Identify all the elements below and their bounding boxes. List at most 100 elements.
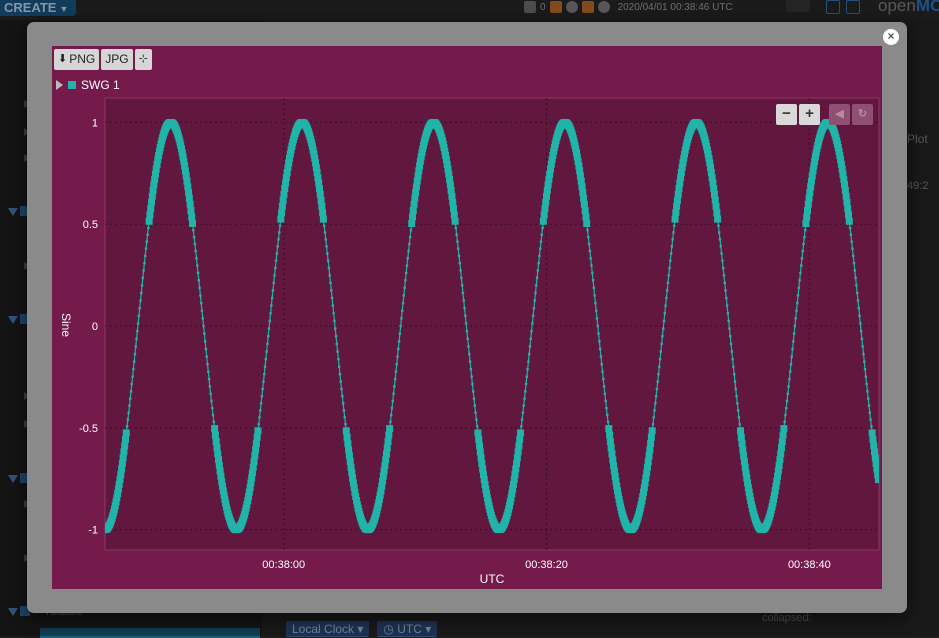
series-point [803, 235, 806, 239]
series-point [802, 220, 810, 227]
series-point [278, 202, 286, 210]
series-point [870, 425, 873, 428]
reset-icon[interactable]: ↻ [852, 104, 873, 125]
series-point [332, 312, 335, 315]
zoom-in-button[interactable]: + [799, 104, 820, 125]
series-point [803, 229, 807, 232]
series-point [596, 324, 599, 328]
series-point [792, 332, 796, 335]
series-point [803, 213, 811, 221]
series-point [456, 240, 459, 243]
series-point [330, 296, 334, 300]
series-point [853, 269, 857, 272]
series-point [252, 440, 260, 448]
series-point [335, 342, 339, 346]
back-icon[interactable]: ◀ [829, 104, 850, 125]
series-point [798, 279, 801, 282]
series-point [582, 213, 590, 221]
series-point [270, 296, 274, 300]
series-point [718, 238, 722, 241]
series-point [264, 357, 268, 361]
series-point [520, 425, 523, 428]
series-point [258, 416, 261, 419]
series-point [601, 370, 604, 373]
series-point [341, 395, 344, 398]
zoom-out-button[interactable]: − [776, 104, 797, 125]
series-point [340, 387, 343, 391]
series-point [329, 281, 332, 285]
series-point [259, 409, 262, 412]
series-point [268, 319, 271, 323]
series-point [734, 387, 737, 391]
series-point [728, 327, 731, 330]
series-point [605, 425, 613, 433]
series-point [534, 291, 537, 295]
series-point [196, 271, 200, 275]
series-point [867, 397, 870, 400]
series-point [673, 202, 681, 210]
series-point [665, 289, 669, 292]
series-point [529, 337, 532, 341]
series-point [207, 370, 210, 373]
series-point [848, 226, 852, 230]
series-point [778, 438, 786, 446]
series-point [592, 286, 596, 290]
series-point [322, 224, 326, 227]
series-point [662, 319, 666, 323]
y-tick-label: 1 [92, 117, 98, 129]
series-point [145, 240, 148, 243]
series-point [654, 395, 658, 398]
series-point [278, 231, 281, 234]
series-point [185, 194, 193, 202]
series-point [718, 231, 721, 234]
series-point [852, 261, 856, 265]
series-point [524, 382, 528, 386]
series-point [213, 444, 221, 452]
series-point [147, 204, 155, 212]
series-point [122, 435, 129, 443]
series-point [209, 392, 212, 395]
series-point [785, 406, 788, 410]
series-point [397, 340, 401, 343]
series-point [454, 226, 458, 230]
series-point [279, 196, 287, 204]
series-point [870, 442, 878, 450]
x-axis-label: UTC [480, 572, 505, 586]
series-point [539, 247, 542, 250]
y-tick-label: -1 [88, 525, 98, 537]
series-point [788, 370, 792, 373]
series-point [646, 446, 654, 454]
series-point [850, 240, 853, 243]
series-point [583, 220, 591, 227]
series-point [449, 198, 457, 206]
series-point [647, 440, 655, 448]
series-point [408, 242, 411, 246]
series-point [672, 209, 680, 217]
series-point [588, 249, 592, 253]
series-point [527, 352, 531, 356]
series-point [406, 257, 409, 260]
series-point [409, 213, 416, 221]
series-point [316, 190, 324, 198]
series-point [869, 435, 877, 443]
series-point [450, 204, 457, 212]
series-point [713, 209, 721, 217]
series-point [527, 360, 530, 363]
series-point [606, 431, 614, 439]
series-point [865, 382, 868, 386]
series-point [211, 425, 219, 433]
series-point [400, 317, 403, 320]
series-point [647, 433, 655, 441]
series-point [132, 368, 135, 371]
series-point [331, 304, 335, 307]
series-point [712, 202, 720, 210]
series-point [532, 306, 536, 310]
series-point [457, 247, 460, 250]
series-point [598, 340, 601, 343]
series-point [669, 252, 673, 255]
series-point [777, 444, 785, 452]
series-point [267, 327, 271, 330]
series-point [271, 289, 275, 292]
series-point [520, 418, 524, 421]
series-point [521, 411, 525, 414]
